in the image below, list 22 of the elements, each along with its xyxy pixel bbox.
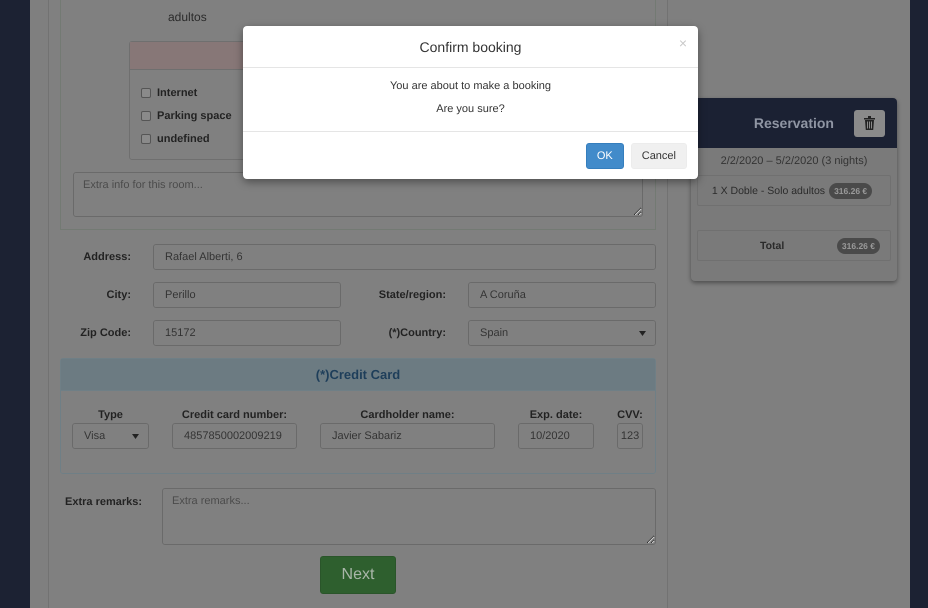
- field-label: Address:: [82, 251, 132, 263]
- field-label: Zip Code:: [79, 327, 132, 339]
- dialog-title: Confirm booking: [420, 38, 522, 54]
- item-label: 1 X Doble - Solo adultos: [712, 184, 826, 196]
- price-badge: 316.26 €: [829, 182, 872, 198]
- price-badge: 316.26 €: [836, 238, 880, 254]
- field-label: State/region:: [378, 289, 447, 301]
- field-label: Credit card number:: [180, 409, 288, 421]
- stay-dates: 2/2/2020 – 5/2/2020 (3 nights): [720, 154, 868, 169]
- panel-title: (*)Credit Card: [61, 359, 655, 391]
- field-label: (*)Country:: [388, 327, 447, 339]
- total-label: Total: [760, 240, 784, 252]
- field-label: City:: [106, 289, 132, 301]
- dialog-message: Are you sure?: [436, 103, 505, 115]
- field-label: Exp. date:: [528, 409, 584, 421]
- field-label: CVV:: [617, 409, 643, 421]
- field-label: Extra remarks:: [64, 495, 144, 510]
- dialog-message: You are about to make a booking: [390, 80, 552, 92]
- reservation-title: Reservation: [754, 115, 834, 131]
- field-label: Cardholder name:: [359, 409, 456, 421]
- field-label: Type: [97, 409, 124, 421]
- occupancy-text: adultos: [168, 9, 208, 26]
